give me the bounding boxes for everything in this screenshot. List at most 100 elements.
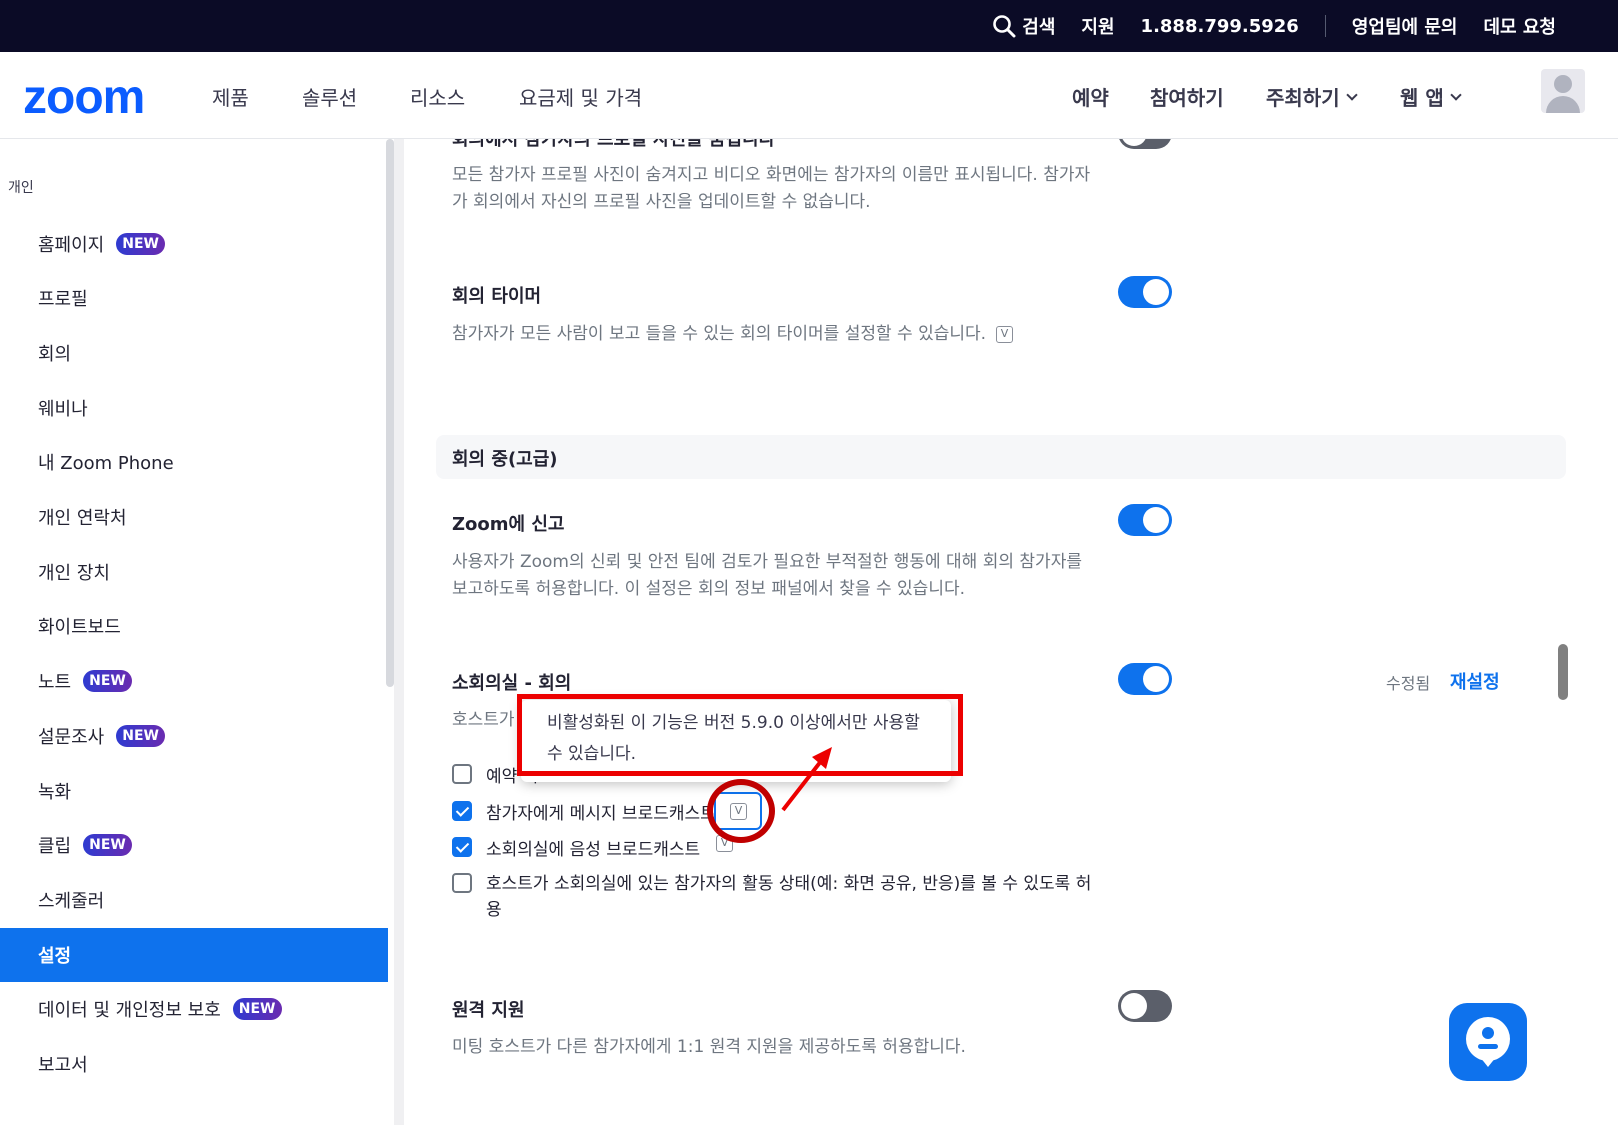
sidebar-item-zoom-phone[interactable]: 내 Zoom Phone xyxy=(0,435,388,489)
new-badge: NEW xyxy=(83,834,132,856)
sidebar-item-label: 회의 xyxy=(38,344,72,365)
section-header: 회의 중(고급) xyxy=(436,435,1566,479)
nav-schedule[interactable]: 예약 xyxy=(1072,82,1109,111)
nav-pricing[interactable]: 요금제 및 가격 xyxy=(519,82,642,111)
main-navigation: zoom 제품 솔루션 리소스 요금제 및 가격 예약 참여하기 주최하기 웹 … xyxy=(0,52,1618,139)
nav-join[interactable]: 참여하기 xyxy=(1150,82,1224,111)
sidebar: 개인 홈페이지 NEW 프로필 회의 웨비나 내 Zoom Phone 개인 연락… xyxy=(0,139,404,1125)
sidebar-item-clips[interactable]: 클립 NEW xyxy=(0,818,388,872)
highlight-circle xyxy=(707,779,775,843)
nav-solutions[interactable]: 솔루션 xyxy=(302,82,357,111)
search-link[interactable]: 검색 xyxy=(992,13,1055,39)
nav-schedule-label: 예약 xyxy=(1072,86,1109,110)
sidebar-item-label: 개인 연락처 xyxy=(38,508,127,529)
sidebar-item-label: 데이터 및 개인정보 보호 xyxy=(38,1000,221,1021)
sidebar-item-devices[interactable]: 개인 장치 xyxy=(0,545,388,599)
support-link[interactable]: 지원 xyxy=(1081,13,1114,39)
checkbox[interactable] xyxy=(452,764,472,784)
setting-description: 모든 참가자 프로필 사진이 숨겨지고 비디오 화면에는 참가자의 이름만 표시… xyxy=(452,165,1091,212)
sidebar-item-webinars[interactable]: 웨비나 xyxy=(0,381,388,435)
toggle-knob xyxy=(1143,279,1169,305)
remote-support-toggle[interactable] xyxy=(1118,990,1172,1022)
highlight-box xyxy=(517,694,963,776)
sidebar-item-label: 프로필 xyxy=(38,289,88,310)
chat-icon xyxy=(1466,1017,1510,1067)
setting-description: 미팅 호스트가 다른 참가자에게 1:1 원격 지원을 제공하도록 허용합니다. xyxy=(452,1037,966,1057)
sidebar-item-profile[interactable]: 프로필 xyxy=(0,271,388,325)
chevron-down-icon xyxy=(1345,88,1358,101)
reset-link[interactable]: 재설정 xyxy=(1450,668,1500,694)
nav-web-app-dropdown[interactable]: 웹 앱 xyxy=(1400,82,1462,111)
checkbox-option[interactable]: 참가자에게 메시지 브로드캐스트 xyxy=(452,799,716,824)
nav-host-dropdown[interactable]: 주최하기 xyxy=(1266,82,1358,111)
nav-resources[interactable]: 리소스 xyxy=(410,82,465,111)
sidebar-item-label: 클립 xyxy=(38,836,72,857)
sidebar-item-scheduler[interactable]: 스케줄러 xyxy=(0,873,388,927)
sidebar-item-label: 홈페이지 xyxy=(38,235,105,256)
sidebar-item-reports[interactable]: 보고서 xyxy=(0,1037,388,1091)
hide-photos-toggle[interactable] xyxy=(1118,139,1172,149)
new-badge: NEW xyxy=(232,998,282,1020)
sidebar-heading: 개인 xyxy=(8,180,34,196)
chevron-down-icon xyxy=(1450,88,1462,101)
request-demo-link[interactable]: 데모 요청 xyxy=(1483,13,1556,39)
breakout-toggle[interactable] xyxy=(1118,663,1172,695)
checkbox-option[interactable]: 소회의실에 음성 브로드캐스트 V xyxy=(452,835,734,860)
sidebar-item-label: 개인 장치 xyxy=(38,563,110,584)
checkbox[interactable] xyxy=(452,801,472,821)
sidebar-divider xyxy=(394,139,404,1125)
checkbox-label: 소회의실에 음성 브로드캐스트 xyxy=(486,840,701,860)
sidebar-item-label: 노트 xyxy=(38,672,72,693)
search-icon xyxy=(993,15,1016,38)
avatar-body xyxy=(1546,96,1580,113)
setting-title: 원격 지원 xyxy=(452,1000,525,1021)
setting-description-text: 참가자가 모든 사람이 보고 들을 수 있는 회의 타이머를 설정할 수 있습니… xyxy=(452,324,987,344)
version-icon[interactable]: V xyxy=(996,325,1014,343)
sidebar-item-notes[interactable]: 노트 NEW xyxy=(0,654,388,708)
setting-title: 회의 타이머 xyxy=(452,286,542,307)
page-scrollbar[interactable] xyxy=(1558,644,1568,700)
avatar[interactable] xyxy=(1541,69,1585,113)
sidebar-item-label: 녹화 xyxy=(38,782,72,803)
checkbox-option[interactable]: 호스트가 소회의실에 있는 참가자의 활동 상태(예: 화면 공유, 반응)를 … xyxy=(452,871,1102,923)
sidebar-item-label: 내 Zoom Phone xyxy=(38,453,174,474)
sidebar-item-label: 스케줄러 xyxy=(38,891,105,912)
sidebar-item-label: 보고서 xyxy=(38,1055,88,1076)
sidebar-item-surveys[interactable]: 설문조사 NEW xyxy=(0,709,388,763)
top-utility-bar: 검색 지원 1.888.799.5926 영업팀에 문의 데모 요청 xyxy=(0,0,1618,52)
sidebar-item-meetings[interactable]: 회의 xyxy=(0,326,388,380)
nav-join-label: 참여하기 xyxy=(1150,86,1224,110)
modified-label: 수정됨 xyxy=(1386,674,1431,693)
new-badge: NEW xyxy=(116,233,165,255)
sidebar-scrollbar[interactable] xyxy=(386,139,394,687)
checkbox[interactable] xyxy=(452,873,472,893)
nav-products[interactable]: 제품 xyxy=(212,82,249,111)
sidebar-item-label: 설문조사 xyxy=(38,727,105,748)
zoom-logo[interactable]: zoom xyxy=(23,70,145,125)
sidebar-item-contacts[interactable]: 개인 연락처 xyxy=(0,490,388,544)
topbar-divider xyxy=(1324,15,1326,37)
contact-sales-link[interactable]: 영업팀에 문의 xyxy=(1352,13,1458,39)
section-title: 회의 중(고급) xyxy=(452,449,558,470)
sidebar-item-label: 화이트보드 xyxy=(38,617,121,638)
sidebar-item-home[interactable]: 홈페이지 NEW xyxy=(0,217,388,271)
sidebar-item-recordings[interactable]: 녹화 xyxy=(0,764,388,818)
toggle-knob xyxy=(1143,666,1169,692)
settings-content: 회의에서 참가자의 프로필 사진을 숨깁니다 모든 참가자 프로필 사진이 숨겨… xyxy=(404,139,1618,1125)
sidebar-item-label: 웨비나 xyxy=(38,399,88,420)
sidebar-item-whiteboards[interactable]: 화이트보드 xyxy=(0,599,388,653)
setting-title: 소회의실 - 회의 xyxy=(452,673,572,694)
annotation-arrow xyxy=(781,747,832,812)
report-to-zoom-toggle[interactable] xyxy=(1118,504,1172,536)
setting-description: 사용자가 Zoom의 신뢰 및 안전 팀에 검토가 필요한 부적절한 행동에 대… xyxy=(452,552,1082,599)
checkbox[interactable] xyxy=(452,837,472,857)
sidebar-item-settings[interactable]: 설정 xyxy=(0,928,388,982)
phone-number-link[interactable]: 1.888.799.5926 xyxy=(1141,16,1299,37)
setting-title: Zoom에 신고 xyxy=(452,514,565,535)
meeting-timer-toggle[interactable] xyxy=(1118,276,1172,308)
chat-button[interactable] xyxy=(1449,1003,1527,1081)
sidebar-item-data-privacy[interactable]: 데이터 및 개인정보 보호 NEW xyxy=(0,982,388,1036)
checkbox-label: 호스트가 소회의실에 있는 참가자의 활동 상태(예: 화면 공유, 반응)를 … xyxy=(486,874,1092,920)
checkbox-label: 참가자에게 메시지 브로드캐스트 xyxy=(486,804,716,824)
search-label: 검색 xyxy=(1022,17,1056,38)
